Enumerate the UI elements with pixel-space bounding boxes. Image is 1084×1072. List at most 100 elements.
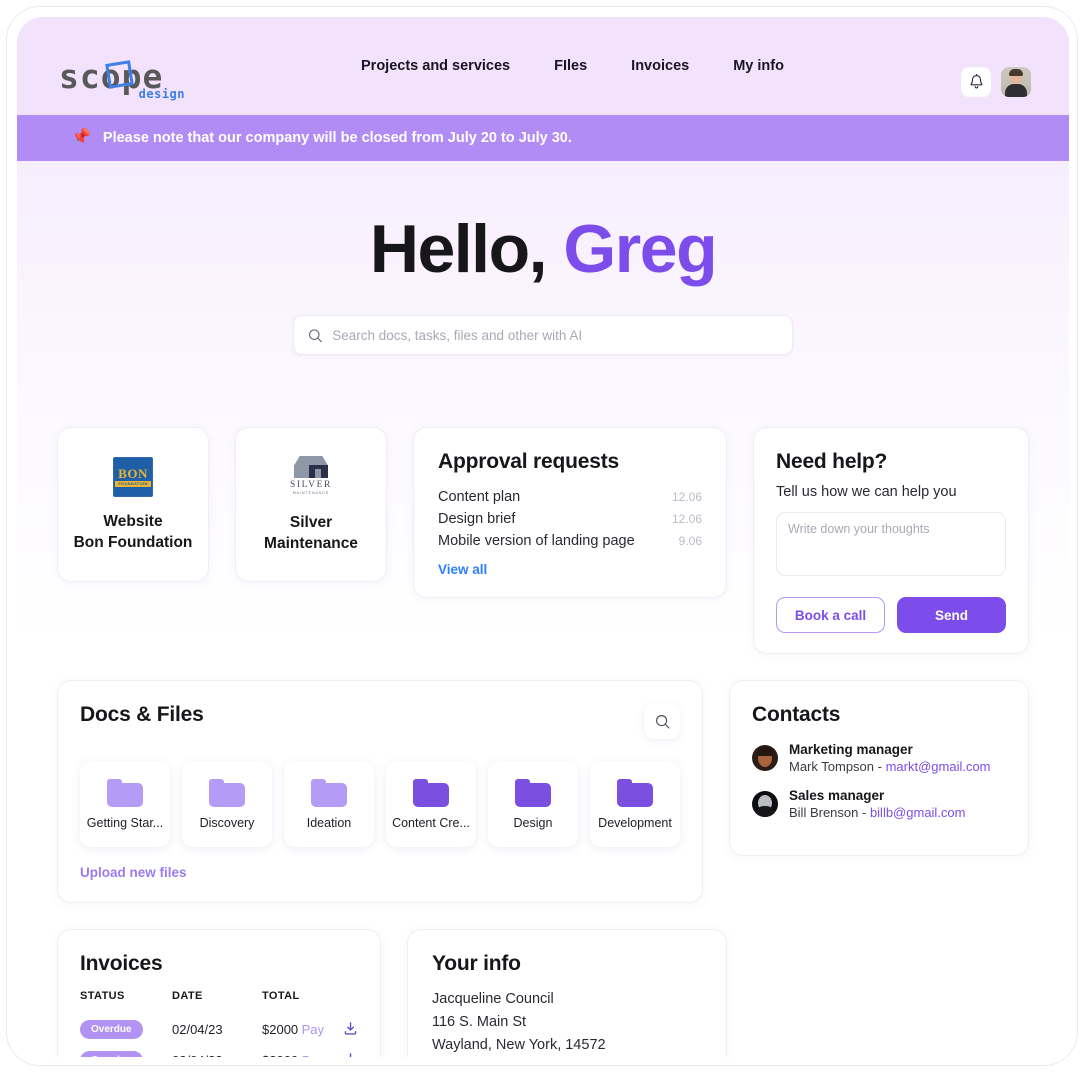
cell-total: $2000 [262,1022,299,1037]
bon-foundation-logo-icon: BON FOUNDATION [113,456,153,497]
your-info-title: Your info [432,952,521,975]
contact-email[interactable]: markt@gmail.com [886,759,991,774]
folder-body [515,782,551,807]
your-info-line: Jacqueline Council [432,991,554,1007]
docs-header: Docs & Files [80,703,680,739]
project-card-title: Silver Maintenance [264,512,358,554]
contact-name: Mark Tompson [789,759,875,774]
project-title-line1: Silver [289,513,333,531]
folder-item[interactable]: Content Cre... [386,761,476,847]
download-icon[interactable] [343,1052,358,1058]
greeting-text: Hello, [369,211,548,287]
docs-title: Docs & Files [80,703,204,726]
contacts-title: Contacts [752,703,841,726]
need-help-title: Need help? [776,450,888,473]
download-icon[interactable] [343,1021,358,1036]
folder-item[interactable]: Development [590,761,680,847]
project-cards: BON FOUNDATION Website Bon Foundation SI… [57,427,387,582]
invoices-table-body: Overdue 02/04/23 $2000 Pay [80,1014,358,1057]
bottom-cards-row: Invoices STATUS DATE TOTAL Overdue 02/04… [57,929,1029,1057]
brand-square-icon [105,60,134,89]
silver-logo-sub: MAINTENANCE [292,490,330,495]
contact-role: Sales manager [789,788,885,803]
contact-line: Mark Tompson - markt@gmail.com [789,758,991,775]
your-info-line: Wayland, New York, 14572 [432,1037,606,1053]
your-info-card: Your info Jacqueline Council 116 S. Main… [407,929,727,1057]
nav-item-projects-and-services[interactable]: Projects and services [361,58,510,74]
folder-icon [311,778,347,807]
table-row: Overdue 02/04/23 $2000 Pay [80,1045,358,1057]
need-help-actions: Book a call Send [776,597,1006,633]
cell-download [324,1045,358,1057]
need-help-card: Need help? Tell us how we can help you B… [753,427,1029,654]
pay-link[interactable]: Pay [302,1022,324,1037]
invoices-card: Invoices STATUS DATE TOTAL Overdue 02/04… [57,929,381,1057]
approval-view-all-link[interactable]: View all [438,562,702,577]
search-icon [308,328,322,342]
nav-item-my-info[interactable]: My info [733,58,784,74]
folder-icon [107,778,143,807]
send-button[interactable]: Send [897,597,1006,633]
contact-email[interactable]: billb@gmail.com [870,805,966,820]
cell-status: Overdue [80,1014,172,1045]
nav-item-invoices[interactable]: Invoices [631,58,689,74]
table-row: Overdue 02/04/23 $2000 Pay [80,1014,358,1045]
global-search-bar[interactable] [293,315,793,355]
approval-request-row[interactable]: Content plan 12.06 [438,486,702,508]
approval-item-label: Design brief [438,511,516,527]
user-name: Greg [563,211,717,287]
user-avatar[interactable] [1001,67,1031,97]
pay-link[interactable]: Pay [302,1053,324,1057]
docs-search-button[interactable] [644,703,680,739]
folder-label: Development [598,815,672,830]
cell-status: Overdue [80,1045,172,1057]
book-a-call-button[interactable]: Book a call [776,597,885,633]
search-input[interactable] [332,327,778,343]
approval-item-date: 9.06 [678,534,702,548]
folder-item[interactable]: Ideation [284,761,374,847]
folder-label: Getting Star... [86,815,164,830]
approval-item-label: Content plan [438,489,521,505]
project-card-bon-foundation[interactable]: BON FOUNDATION Website Bon Foundation [57,427,209,582]
nav-item-files[interactable]: FIles [554,58,587,74]
status-badge: Overdue [80,1051,143,1057]
search-section [17,315,1069,355]
middle-cards-row: Docs & Files Getting Star... Discovery I… [57,654,1029,903]
column-actions [301,990,324,1014]
approval-request-row[interactable]: Mobile version of landing page 9.06 [438,530,702,552]
contact-item[interactable]: Sales manager Bill Brenson - billb@gmail… [752,787,1006,821]
announcement-banner: 📌 Please note that our company will be c… [17,115,1069,161]
app-root: scope design Projects and services FIles… [0,0,1084,1072]
approval-request-row[interactable]: Design brief 12.06 [438,508,702,530]
dashboard-content: BON FOUNDATION Website Bon Foundation SI… [17,427,1069,1057]
avatar-torso [1005,84,1027,97]
page-title: Hello, Greg [17,209,1069,289]
folder-body [107,782,143,807]
docs-and-files-card: Docs & Files Getting Star... Discovery I… [57,680,703,903]
brand-logo[interactable]: scope design [59,60,189,104]
folder-icon [209,778,245,807]
contact-separator: - [874,759,886,774]
need-help-textarea[interactable] [776,512,1006,576]
cell-pay: Pay [301,1014,324,1045]
project-title-line1: Website [103,512,163,530]
avatar-hair [1009,69,1023,76]
folder-body [413,782,449,807]
contact-item[interactable]: Marketing manager Mark Tompson - markt@g… [752,741,1006,775]
cell-date: 02/04/23 [172,1045,262,1057]
notifications-button[interactable] [961,67,991,97]
search-icon [655,714,670,729]
folder-item[interactable]: Getting Star... [80,761,170,847]
folder-label: Ideation [306,815,352,830]
upload-new-files-link[interactable]: Upload new files [80,865,680,880]
project-card-silver-maintenance[interactable]: SILVER MAINTENANCE Silver Maintenance [235,427,387,582]
folder-item[interactable]: Discovery [182,761,272,847]
browser-frame: scope design Projects and services FIles… [6,6,1078,1066]
folder-item[interactable]: Design [488,761,578,847]
header-actions [961,67,1031,97]
header: scope design Projects and services FIles… [17,17,1069,115]
cell-total: $2000 [262,1045,301,1057]
status-badge: Overdue [80,1020,143,1039]
invoices-table-head: STATUS DATE TOTAL [80,990,358,1014]
bon-logo-title: BON [118,465,148,481]
